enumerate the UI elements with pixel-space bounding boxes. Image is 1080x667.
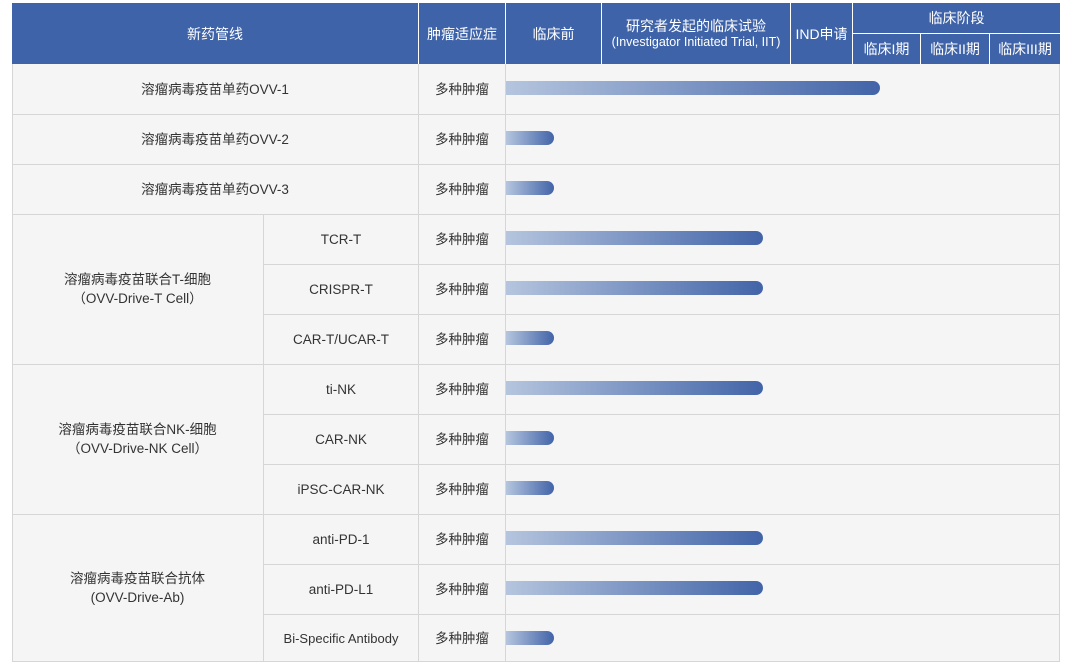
row-name-tcr-t: TCR-T — [320, 231, 362, 247]
progress-bar-6 — [506, 331, 554, 345]
indication-cell: 多种肿瘤 — [435, 231, 489, 247]
header-indication: 肿瘤适应症 — [419, 3, 505, 64]
group-label-antibody: 溶瘤病毒疫苗联合抗体 (OVV-Drive-Ab) — [12, 514, 263, 662]
indication-cell: 多种肿瘤 — [435, 281, 489, 297]
header-iit-line2: (Investigator Initiated Trial, IIT) — [611, 34, 781, 49]
row-name-anti-pd-1: anti-PD-1 — [312, 531, 370, 547]
indication-cell: 多种肿瘤 — [435, 381, 489, 397]
progress-bar-10 — [506, 531, 763, 545]
progress-bar-8 — [506, 431, 554, 445]
row-name-ipsc-car-nk: iPSC-CAR-NK — [297, 481, 385, 497]
row-name-ovv3: 溶瘤病毒疫苗单药OVV-3 — [141, 181, 289, 197]
row-name-ovv1: 溶瘤病毒疫苗单药OVV-1 — [141, 81, 289, 97]
row-name-car-t: CAR-T/UCAR-T — [293, 331, 389, 347]
group-label-antibody-line2: (OVV-Drive-Ab) — [90, 590, 185, 605]
progress-bar-9 — [506, 481, 554, 495]
row-name-ti-nk: ti-NK — [326, 381, 356, 397]
row-name-car-nk: CAR-NK — [315, 431, 367, 447]
progress-bar-7 — [506, 381, 763, 395]
group-label-nk-cell: 溶瘤病毒疫苗联合NK-细胞 （OVV-Drive-NK Cell） — [12, 364, 263, 514]
row-name-bi-specific: Bi-Specific Antibody — [283, 630, 399, 646]
indication-cell: 多种肿瘤 — [435, 531, 489, 547]
indication-cell: 多种肿瘤 — [435, 131, 489, 147]
header-phase2: 临床II期 — [921, 34, 989, 64]
header-iit: 研究者发起的临床试验 (Investigator Initiated Trial… — [602, 3, 790, 64]
row-name-anti-pd-l1: anti-PD-L1 — [308, 581, 374, 597]
pipeline-table: 新药管线 肿瘤适应症 临床前 研究者发起的临床试验 (Investigator … — [12, 3, 1060, 662]
row-name-crispr-t: CRISPR-T — [309, 281, 373, 297]
progress-bar-12 — [506, 631, 554, 645]
progress-bar-4 — [506, 231, 763, 245]
header-clinical-stage: 临床阶段 — [853, 3, 1060, 33]
header-ind: IND申请 — [791, 3, 852, 64]
indication-cell: 多种肿瘤 — [435, 481, 489, 497]
indication-cell: 多种肿瘤 — [435, 181, 489, 197]
indication-cell: 多种肿瘤 — [435, 630, 489, 646]
group-label-t-cell: 溶瘤病毒疫苗联合T-细胞 （OVV-Drive-T Cell） — [12, 214, 263, 364]
group-label-nk-cell-line2: （OVV-Drive-NK Cell） — [66, 441, 209, 456]
progress-bar-1 — [506, 81, 881, 95]
progress-bar-3 — [506, 181, 554, 195]
header-pipeline: 新药管线 — [12, 3, 418, 64]
progress-bar-5 — [506, 281, 763, 295]
group-label-nk-cell-line1: 溶瘤病毒疫苗联合NK-细胞 — [58, 422, 217, 437]
indication-cell: 多种肿瘤 — [435, 331, 489, 347]
header-iit-line1: 研究者发起的临床试验 — [626, 17, 766, 34]
header-phase3: 临床III期 — [990, 34, 1060, 64]
row-name-ovv2: 溶瘤病毒疫苗单药OVV-2 — [141, 131, 289, 147]
progress-bar-2 — [506, 131, 554, 145]
header-preclinical: 临床前 — [506, 3, 601, 64]
indication-cell: 多种肿瘤 — [435, 581, 489, 597]
indication-cell: 多种肿瘤 — [435, 431, 489, 447]
group-label-t-cell-line2: （OVV-Drive-T Cell） — [72, 291, 203, 306]
group-label-t-cell-line1: 溶瘤病毒疫苗联合T-细胞 — [64, 272, 211, 287]
header-phase1: 临床I期 — [853, 34, 920, 64]
group-label-antibody-line1: 溶瘤病毒疫苗联合抗体 — [70, 571, 205, 586]
indication-cell: 多种肿瘤 — [435, 81, 489, 97]
progress-bar-11 — [506, 581, 763, 595]
